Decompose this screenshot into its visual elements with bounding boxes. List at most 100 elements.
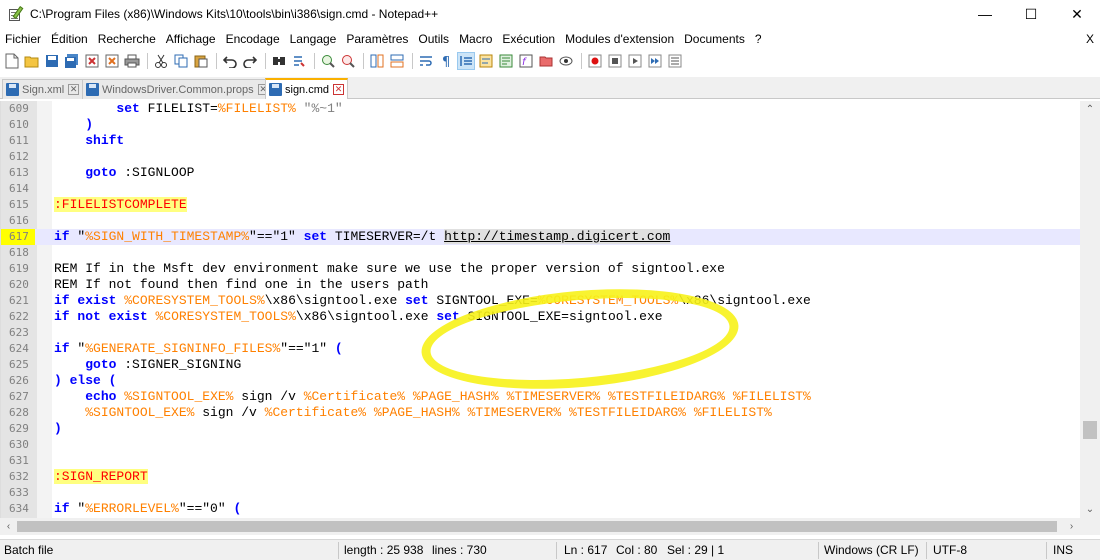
- menu-affichage[interactable]: Affichage: [161, 29, 221, 49]
- scroll-down-icon[interactable]: ⌄: [1080, 501, 1100, 518]
- paste-icon[interactable]: [192, 52, 210, 70]
- tab-close-icon[interactable]: ✕: [333, 84, 345, 95]
- menu-langage[interactable]: Langage: [285, 29, 342, 49]
- scroll-right-icon[interactable]: ›: [1063, 518, 1080, 535]
- save-all-icon[interactable]: [63, 52, 81, 70]
- window-title: C:\Program Files (x86)\Windows Kits\10\t…: [30, 7, 439, 21]
- cut-icon[interactable]: [152, 52, 170, 70]
- maximize-button[interactable]: ☐: [1008, 0, 1054, 28]
- line-code: ): [54, 421, 62, 436]
- menu-fichier[interactable]: Fichier: [0, 29, 46, 49]
- line-code: :SIGN_REPORT: [54, 469, 148, 484]
- monitoring-icon[interactable]: [557, 52, 575, 70]
- word-wrap-icon[interactable]: [417, 52, 435, 70]
- scroll-left-icon[interactable]: ‹: [0, 518, 17, 535]
- tab-label: sign.cmd: [285, 83, 330, 96]
- indent-guide-icon[interactable]: [457, 52, 475, 70]
- show-all-chars-icon[interactable]: ¶: [437, 52, 455, 70]
- open-file-icon[interactable]: [23, 52, 41, 70]
- line-code: if "%GENERATE_SIGNINFO_FILES%"=="1" (: [54, 341, 343, 356]
- code-line: 613 goto :SIGNLOOP: [1, 165, 1080, 181]
- vertical-scrollbar[interactable]: ⌃ ⌄: [1080, 101, 1100, 518]
- code-editor[interactable]: 609 set FILELIST=%FILELIST% "%~1" 610 ) …: [0, 101, 1080, 518]
- code-line: 624 if "%GENERATE_SIGNINFO_FILES%"=="1" …: [1, 341, 1080, 357]
- tab-close-icon[interactable]: ✕: [68, 84, 80, 95]
- line-number: 614: [9, 182, 29, 195]
- menu-edition[interactable]: Édition: [46, 29, 93, 49]
- scrollbar-corner: [1080, 518, 1100, 535]
- tab-windowsdriver-props[interactable]: WindowsDriver.Common.props ✕: [82, 79, 273, 99]
- vertical-scroll-thumb[interactable]: [1083, 421, 1097, 439]
- menu-documents[interactable]: Documents: [679, 29, 750, 49]
- line-code: ): [85, 117, 94, 132]
- tab-sign-cmd[interactable]: sign.cmd ✕: [265, 78, 349, 99]
- udl-icon[interactable]: [477, 52, 495, 70]
- redo-icon[interactable]: [241, 52, 259, 70]
- menu-modules[interactable]: Modules d'extension: [560, 29, 679, 49]
- line-number: 610: [9, 118, 29, 131]
- record-macro-icon[interactable]: [586, 52, 604, 70]
- tab-label: WindowsDriver.Common.props: [102, 83, 254, 96]
- zoom-out-icon[interactable]: [339, 52, 357, 70]
- line-code: if not exist %CORESYSTEM_TOOLS%\x86\sign…: [54, 309, 663, 324]
- play-macro-icon[interactable]: [626, 52, 644, 70]
- menu-macro[interactable]: Macro: [454, 29, 497, 49]
- line-code: if "%SIGN_WITH_TIMESTAMP%"=="1" set TIME…: [54, 229, 671, 244]
- close-icon[interactable]: [83, 52, 101, 70]
- print-icon[interactable]: [123, 52, 141, 70]
- menu-encodage[interactable]: Encodage: [221, 29, 285, 49]
- find-icon[interactable]: [270, 52, 288, 70]
- line-number: 628: [9, 406, 29, 419]
- menu-recherche[interactable]: Recherche: [93, 29, 161, 49]
- minimize-button[interactable]: —: [962, 0, 1008, 28]
- line-number: 634: [9, 502, 29, 515]
- save-icon[interactable]: [43, 52, 61, 70]
- code-line: 626 ) else (: [1, 373, 1080, 389]
- function-list-icon[interactable]: f: [517, 52, 535, 70]
- code-line: 616: [1, 213, 1080, 229]
- line-number: 623: [9, 326, 29, 339]
- line-code: if "%ERRORLEVEL%"=="0" (: [54, 501, 242, 516]
- line-code: %SIGNTOOL_EXE% sign /v %Certificate% %PA…: [85, 405, 772, 420]
- copy-icon[interactable]: [172, 52, 190, 70]
- menu-help[interactable]: ?: [750, 29, 767, 49]
- code-line: 627 echo %SIGNTOOL_EXE% sign /v %Certifi…: [1, 389, 1080, 405]
- undo-icon[interactable]: [221, 52, 239, 70]
- close-window-button[interactable]: ✕: [1054, 0, 1100, 28]
- line-number: 624: [9, 342, 29, 355]
- toolbar: ¶ f: [0, 50, 1100, 72]
- close-all-icon[interactable]: [103, 52, 121, 70]
- line-number: 631: [9, 454, 29, 467]
- zoom-in-icon[interactable]: [319, 52, 337, 70]
- save-macro-icon[interactable]: [666, 52, 684, 70]
- sync-v-icon[interactable]: [368, 52, 386, 70]
- line-code: REM If not found then find one in the us…: [54, 277, 429, 292]
- run-macro-multiple-icon[interactable]: [646, 52, 664, 70]
- replace-icon[interactable]: [290, 52, 308, 70]
- line-code: REM If in the Msft dev environment make …: [54, 261, 725, 276]
- scroll-up-icon[interactable]: ⌃: [1080, 101, 1100, 118]
- line-number: 625: [9, 358, 29, 371]
- line-number: 627: [9, 390, 29, 403]
- saved-file-icon: [6, 83, 19, 96]
- code-line: 612: [1, 149, 1080, 165]
- menu-execution[interactable]: Exécution: [497, 29, 560, 49]
- menu-parametres[interactable]: Paramètres: [341, 29, 413, 49]
- code-line: 634 if "%ERRORLEVEL%"=="0" (: [1, 501, 1080, 517]
- horizontal-scrollbar[interactable]: ‹ ›: [0, 518, 1080, 535]
- doc-map-icon[interactable]: [497, 52, 515, 70]
- status-encoding: UTF-8: [933, 543, 967, 557]
- sync-h-icon[interactable]: [388, 52, 406, 70]
- folder-workspace-icon[interactable]: [537, 52, 555, 70]
- new-file-icon[interactable]: [3, 52, 21, 70]
- tab-sign-xml[interactable]: Sign.xml ✕: [2, 79, 84, 99]
- status-bar: Batch file length : 25 938 lines : 730 L…: [0, 539, 1100, 560]
- code-line: 619 REM If in the Msft dev environment m…: [1, 261, 1080, 277]
- stop-macro-icon[interactable]: [606, 52, 624, 70]
- horizontal-scroll-thumb[interactable]: [17, 521, 1057, 532]
- toolbar-separator: [265, 53, 266, 69]
- menu-outils[interactable]: Outils: [413, 29, 454, 49]
- line-number: 613: [9, 166, 29, 179]
- line-number: 620: [9, 278, 29, 291]
- close-document-button[interactable]: X: [1086, 29, 1094, 49]
